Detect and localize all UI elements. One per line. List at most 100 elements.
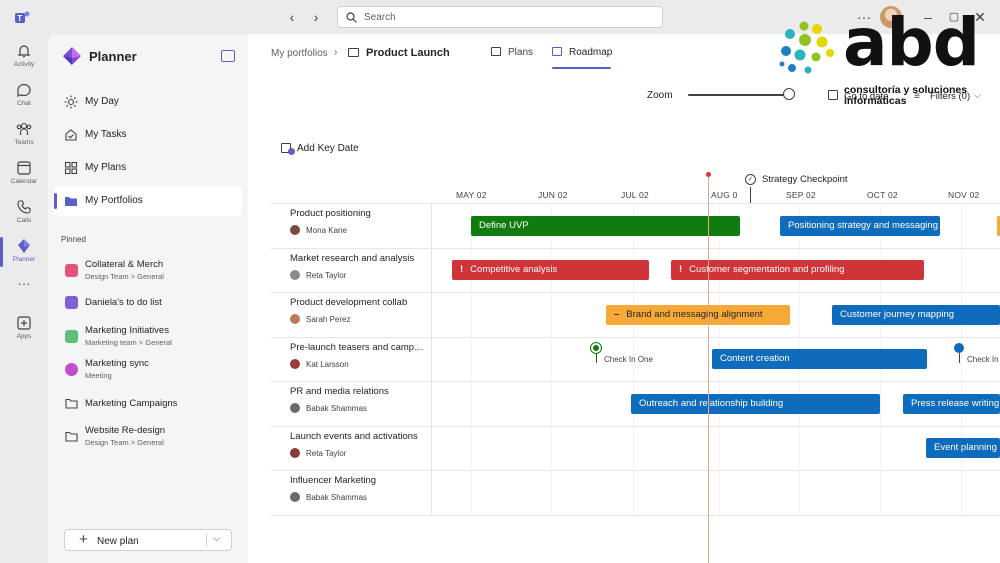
folder-icon (348, 48, 359, 57)
pinned-section-label: Pinned (61, 235, 86, 244)
warning-icon: ! (679, 264, 683, 275)
rail-item-activity[interactable]: Activity (0, 40, 48, 78)
task-bar[interactable]: Press release writing (903, 394, 1000, 414)
task-bar[interactable]: ! Competitive analysis (452, 260, 649, 280)
search-input[interactable]: Search (337, 6, 663, 28)
nav-my-portfolios[interactable]: My Portfolios (54, 186, 242, 216)
key-date-label: Strategy Checkpoint (762, 174, 848, 185)
month-label: JUL 02 (621, 190, 649, 200)
assignee: Babak Shammas (290, 403, 367, 413)
grid-icon (64, 161, 78, 175)
rail-item-apps[interactable]: Apps (0, 312, 48, 350)
assignee: Mona Kane (290, 225, 347, 235)
avatar (290, 492, 300, 502)
month-label: JUN 02 (538, 190, 568, 200)
month-label: OCT 02 (867, 190, 898, 200)
breadcrumb-my-portfolios[interactable]: My portfolios (271, 48, 328, 59)
task-name[interactable]: Launch events and activations (290, 431, 425, 442)
pinned-plan-website-redesign[interactable]: Website Re-design Design Team > General (54, 421, 242, 453)
bell-icon (17, 45, 31, 58)
page-title: Product Launch (366, 47, 450, 59)
roadmap-icon (552, 47, 562, 56)
plan-icon (65, 264, 78, 277)
folder-icon (65, 197, 77, 206)
rail-item-teams[interactable]: Teams (0, 118, 48, 156)
rail-item-calls[interactable]: Calls (0, 196, 48, 234)
task-name[interactable]: Market research and analysis (290, 253, 425, 264)
phone-icon (17, 200, 31, 214)
collapse-sidebar-icon[interactable] (221, 50, 235, 62)
svg-text:T: T (17, 14, 22, 23)
search-icon (346, 12, 357, 23)
task-bar[interactable]: – Brand and messaging alignment (606, 305, 790, 325)
avatar (290, 314, 300, 324)
zoom-label: Zoom (647, 90, 673, 101)
loop-icon (65, 363, 78, 376)
checkpoint-icon[interactable]: ✓ (745, 174, 756, 185)
task-bar[interactable]: Customer journey mapping (832, 305, 1000, 325)
rail-item-planner[interactable]: Planner (0, 235, 48, 273)
breadcrumb-separator: › (334, 47, 338, 58)
assignee: Reta Taylor (290, 270, 346, 280)
back-icon[interactable]: ‹ (284, 9, 300, 25)
milestone-marker[interactable] (591, 343, 601, 353)
tasks-icon (65, 129, 77, 141)
task-bar[interactable]: Positioning strategy and messaging (780, 216, 940, 236)
task-bar[interactable]: Outreach and relationship building (631, 394, 880, 414)
sidebar-title: Planner (89, 49, 137, 64)
pinned-plan-collateral-merch[interactable]: Collateral & Merch Design Team > General (54, 255, 242, 287)
assignee: Sarah Perez (290, 314, 350, 324)
task-bar[interactable]: Event planning (926, 438, 1000, 458)
avatar (290, 403, 300, 413)
nav-my-tasks[interactable]: My Tasks (54, 120, 242, 150)
nav-my-day[interactable]: My Day (54, 87, 242, 117)
abd-logo-icon (779, 21, 834, 74)
task-bar[interactable]: Define UVP (471, 216, 740, 236)
chevron-down-icon[interactable]: ⌵ (974, 90, 981, 101)
calendar-icon (17, 161, 31, 175)
folder-icon (65, 431, 78, 442)
app-rail: Activity Chat Teams Calendar Calls Plann… (0, 34, 48, 563)
assignee: Reta Taylor (290, 448, 346, 458)
task-name[interactable]: Pre-launch teasers and campaigns (290, 342, 425, 353)
teams-logo-icon: T (15, 11, 30, 23)
dash-icon: – (614, 309, 620, 320)
assignee: Babak Shammas (290, 492, 367, 502)
new-plan-button[interactable]: + New plan ⌵ (64, 529, 232, 551)
plus-icon: + (79, 531, 88, 548)
planner-logo-icon (63, 47, 81, 65)
task-name[interactable]: Product development collab (290, 297, 425, 308)
pinned-plan-marketing-sync[interactable]: Marketing sync Meeting (54, 354, 242, 386)
today-line (708, 174, 709, 563)
task-name[interactable]: Product positioning (290, 208, 425, 219)
abd-brand-text: abd (843, 4, 980, 81)
pinned-plan-daniela-todo[interactable]: Daniela's to do list (54, 287, 242, 319)
planner-icon (18, 239, 30, 253)
main-content: My portfolios › Product Launch Plans Roa… (248, 34, 1000, 563)
pinned-plan-marketing-campaigns[interactable]: Marketing Campaigns (54, 388, 242, 420)
zoom-slider-thumb[interactable] (783, 88, 795, 100)
task-name[interactable]: PR and media relations (290, 386, 425, 397)
chevron-down-icon[interactable]: ⌵ (213, 533, 220, 544)
avatar (290, 359, 300, 369)
month-label: AUG 0 (711, 190, 738, 200)
forward-icon[interactable]: › (308, 9, 324, 25)
task-bar[interactable]: Content creation (712, 349, 927, 369)
tab-plans[interactable]: Plans (491, 47, 533, 58)
rail-item-calendar[interactable]: Calendar (0, 157, 48, 195)
pinned-plan-marketing-initiatives[interactable]: Marketing Initiatives Marketing team > G… (54, 321, 242, 353)
apps-icon (17, 316, 31, 330)
roadmap-timeline: MAY 02 JUN 02 JUL 02 AUG 0 SEP 02 OCT 02… (271, 172, 1000, 563)
plans-icon (491, 47, 501, 56)
tab-roadmap[interactable]: Roadmap (552, 47, 612, 58)
sun-icon (64, 95, 78, 109)
avatar (290, 270, 300, 280)
nav-my-plans[interactable]: My Plans (54, 153, 242, 183)
zoom-slider[interactable] (688, 94, 789, 96)
milestone-marker[interactable] (954, 343, 964, 353)
month-label: SEP 02 (786, 190, 816, 200)
task-name[interactable]: Influencer Marketing (290, 475, 425, 486)
today-marker (706, 172, 711, 177)
rail-item-chat[interactable]: Chat (0, 79, 48, 117)
month-label: NOV 02 (948, 190, 980, 200)
